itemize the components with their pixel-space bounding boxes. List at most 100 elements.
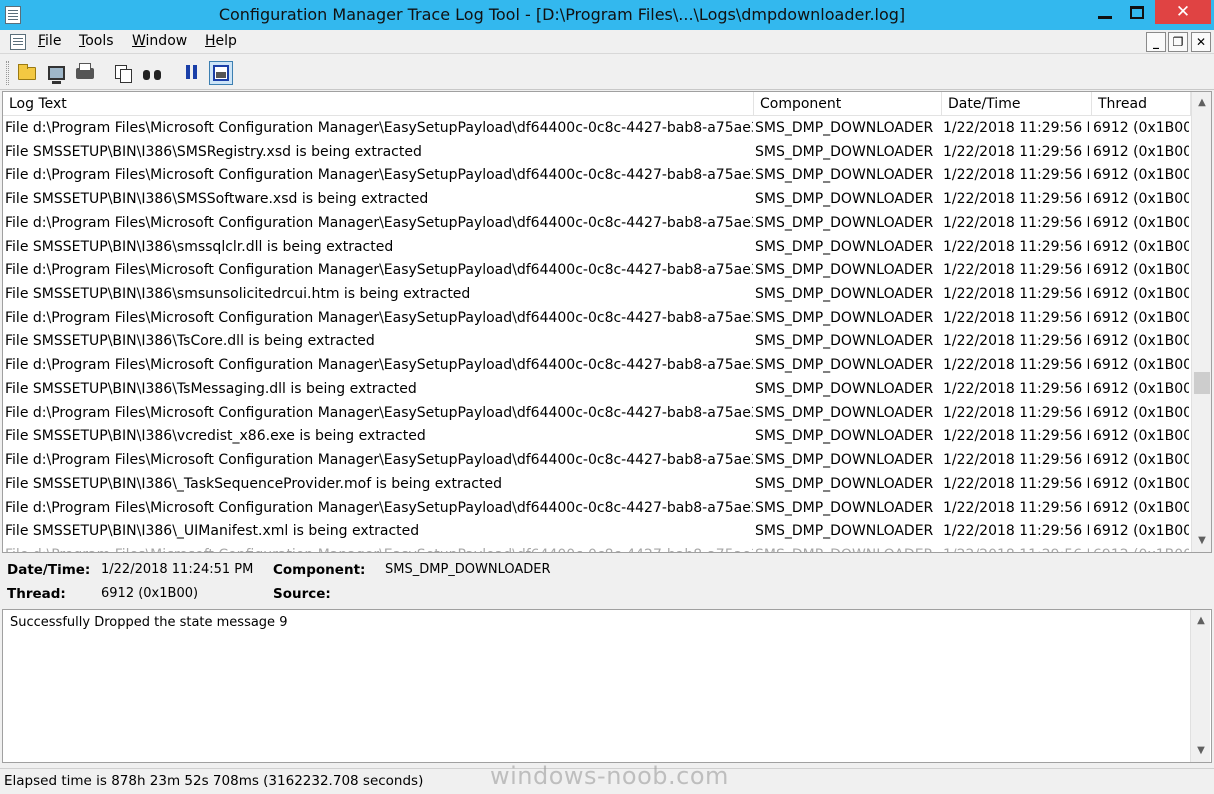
- menu-help[interactable]: Help: [205, 33, 237, 49]
- datetime-cell: 1/22/2018 11:29:56 PM: [943, 214, 1089, 231]
- log-rows: File d:\Program Files\Microsoft Configur…: [3, 116, 1191, 552]
- table-row[interactable]: File SMSSETUP\BIN\I386\smsunsolicitedrcu…: [3, 282, 1191, 306]
- component-cell: SMS_DMP_DOWNLOADER: [755, 167, 934, 184]
- component-cell: SMS_DMP_DOWNLOADER: [755, 475, 934, 492]
- thread-cell: 6912 (0x1B00): [1093, 167, 1189, 184]
- component-cell: SMS_DMP_DOWNLOADER: [755, 380, 934, 397]
- print-button[interactable]: [73, 61, 97, 85]
- log-text-cell: File d:\Program Files\Microsoft Configur…: [5, 167, 753, 184]
- highlight-button[interactable]: [209, 61, 233, 85]
- table-row[interactable]: File SMSSETUP\BIN\I386\_UIManifest.xml i…: [3, 519, 1191, 543]
- message-scrollbar[interactable]: ▲ ▼: [1190, 610, 1210, 762]
- table-row[interactable]: File SMSSETUP\BIN\I386\smssqlclr.dll is …: [3, 235, 1191, 259]
- menu-bar: File Tools Window Help _ ❐ ✕: [0, 30, 1214, 54]
- print-icon: [76, 62, 94, 79]
- scroll-up-icon[interactable]: ▲: [1192, 92, 1211, 112]
- datetime-cell: 1/22/2018 11:29:56 PM: [943, 120, 1089, 136]
- log-text-cell: File d:\Program Files\Microsoft Configur…: [5, 309, 753, 326]
- table-row[interactable]: File d:\Program Files\Microsoft Configur…: [3, 448, 1191, 472]
- component-cell: SMS_DMP_DOWNLOADER: [755, 309, 934, 326]
- component-cell: SMS_DMP_DOWNLOADER: [755, 543, 939, 552]
- thread-cell: 6912 (0x1B00): [1093, 262, 1189, 279]
- table-row[interactable]: File SMSSETUP\BIN\I386\vcredist_x86.exe …: [3, 424, 1191, 448]
- watermark: windows-noob.com: [490, 762, 729, 790]
- datetime-cell: 1/22/2018 11:29:56 PM: [943, 499, 1089, 516]
- scroll-up-icon[interactable]: ▲: [1191, 610, 1211, 630]
- minimize-button[interactable]: [1090, 0, 1120, 24]
- datetime-cell: 1/22/2018 11:29:56 PM: [943, 167, 1089, 184]
- menu-tools[interactable]: Tools: [79, 33, 114, 49]
- column-header-thread[interactable]: Thread: [1092, 92, 1191, 116]
- component-cell: SMS_DMP_DOWNLOADER: [755, 143, 934, 160]
- datetime-cell: 1/22/2018 11:29:56 PM: [943, 404, 1089, 421]
- log-text-cell: File d:\Program Files\Microsoft Configur…: [5, 452, 753, 469]
- scroll-down-icon[interactable]: ▼: [1192, 530, 1211, 550]
- datetime-label: Date/Time:: [7, 562, 91, 578]
- table-row[interactable]: File d:\Program Files\Microsoft Configur…: [3, 401, 1191, 425]
- table-row[interactable]: File d:\Program Files\Microsoft Configur…: [3, 306, 1191, 330]
- column-header-log-text[interactable]: Log Text: [3, 92, 754, 116]
- log-text-cell: File SMSSETUP\BIN\I386\_UIManifest.xml i…: [5, 523, 420, 540]
- toolbar-grip[interactable]: [6, 61, 9, 85]
- table-row[interactable]: File SMSSETUP\BIN\I386\TsCore.dll is bei…: [3, 329, 1191, 353]
- thread-cell: 6912 (0x1B00): [1093, 286, 1189, 303]
- entry-details: Date/Time: 1/22/2018 11:24:51 PM Compone…: [2, 555, 1212, 608]
- datetime-cell: 1/22/2018 11:29:56 PM: [943, 191, 1089, 208]
- table-row[interactable]: File SMSSETUP\BIN\I386\_TaskSequenceProv…: [3, 472, 1191, 496]
- table-row[interactable]: File SMSSETUP\BIN\I386\SMSRegistry.xsd i…: [3, 140, 1191, 164]
- child-close-button[interactable]: ✕: [1191, 32, 1211, 52]
- elapsed-time-status: Elapsed time is 878h 23m 52s 708ms (3162…: [4, 773, 424, 789]
- open-button[interactable]: [15, 61, 39, 85]
- menu-file[interactable]: File: [38, 33, 61, 49]
- log-text-cell: File d:\Program Files\Microsoft Configur…: [5, 543, 753, 552]
- child-restore-button[interactable]: ❐: [1168, 32, 1188, 52]
- log-text-cell: File d:\Program Files\Microsoft Configur…: [5, 262, 753, 279]
- highlight-frame-icon: [213, 65, 229, 81]
- menu-window[interactable]: Window: [132, 33, 187, 49]
- open-remote-button[interactable]: [44, 61, 68, 85]
- minimize-icon: _: [1153, 35, 1159, 49]
- log-text-cell: File SMSSETUP\BIN\I386\_TaskSequenceProv…: [5, 475, 502, 492]
- table-row[interactable]: File d:\Program Files\Microsoft Configur…: [3, 543, 1191, 552]
- table-row[interactable]: File d:\Program Files\Microsoft Configur…: [3, 116, 1191, 140]
- log-text-cell: File SMSSETUP\BIN\I386\SMSSoftware.xsd i…: [5, 191, 429, 208]
- close-button[interactable]: ✕: [1155, 0, 1211, 24]
- component-cell: SMS_DMP_DOWNLOADER: [755, 286, 934, 303]
- child-minimize-button[interactable]: _: [1146, 32, 1166, 52]
- title-bar: Configuration Manager Trace Log Tool - […: [0, 0, 1214, 30]
- component-cell: SMS_DMP_DOWNLOADER: [755, 191, 934, 208]
- window-title: Configuration Manager Trace Log Tool - […: [218, 5, 906, 24]
- log-grid[interactable]: Log Text Component Date/Time Thread File…: [2, 91, 1212, 553]
- document-icon[interactable]: [10, 34, 26, 50]
- scroll-down-icon[interactable]: ▼: [1191, 740, 1211, 760]
- log-text-cell: File d:\Program Files\Microsoft Configur…: [5, 499, 753, 516]
- table-row[interactable]: File SMSSETUP\BIN\I386\SMSSoftware.xsd i…: [3, 187, 1191, 211]
- log-scrollbar[interactable]: ▲ ▼: [1191, 92, 1211, 552]
- copy-icon: [115, 65, 132, 83]
- message-pane[interactable]: Successfully Dropped the state message 9…: [2, 609, 1212, 763]
- component-cell: SMS_DMP_DOWNLOADER: [755, 238, 934, 255]
- table-row[interactable]: File SMSSETUP\BIN\I386\TsMessaging.dll i…: [3, 377, 1191, 401]
- table-row[interactable]: File d:\Program Files\Microsoft Configur…: [3, 163, 1191, 187]
- thread-cell: 6912 (0x1B00): [1093, 309, 1189, 326]
- column-header-component[interactable]: Component: [754, 92, 942, 116]
- log-text-cell: File SMSSETUP\BIN\I386\smsunsolicitedrcu…: [5, 286, 471, 303]
- copy-button[interactable]: [111, 61, 135, 85]
- component-cell: SMS_DMP_DOWNLOADER: [755, 333, 934, 350]
- column-header-datetime[interactable]: Date/Time: [942, 92, 1092, 116]
- table-row[interactable]: File d:\Program Files\Microsoft Configur…: [3, 211, 1191, 235]
- component-cell: SMS_DMP_DOWNLOADER: [755, 452, 934, 469]
- table-row[interactable]: File d:\Program Files\Microsoft Configur…: [3, 353, 1191, 377]
- open-folder-icon: [18, 63, 36, 80]
- pause-button[interactable]: [179, 61, 203, 85]
- maximize-button[interactable]: [1122, 0, 1152, 24]
- datetime-cell: 1/22/2018 11:29:56 PM: [943, 357, 1089, 374]
- table-row[interactable]: File d:\Program Files\Microsoft Configur…: [3, 258, 1191, 282]
- scroll-thumb[interactable]: [1194, 372, 1210, 394]
- find-button[interactable]: [140, 61, 164, 85]
- component-value: SMS_DMP_DOWNLOADER: [385, 562, 551, 577]
- table-row[interactable]: File d:\Program Files\Microsoft Configur…: [3, 496, 1191, 520]
- log-text-cell: File SMSSETUP\BIN\I386\TsCore.dll is bei…: [5, 333, 375, 350]
- message-text: Successfully Dropped the state message 9: [10, 615, 288, 630]
- datetime-cell: 1/22/2018 11:29:56 PM: [943, 262, 1089, 279]
